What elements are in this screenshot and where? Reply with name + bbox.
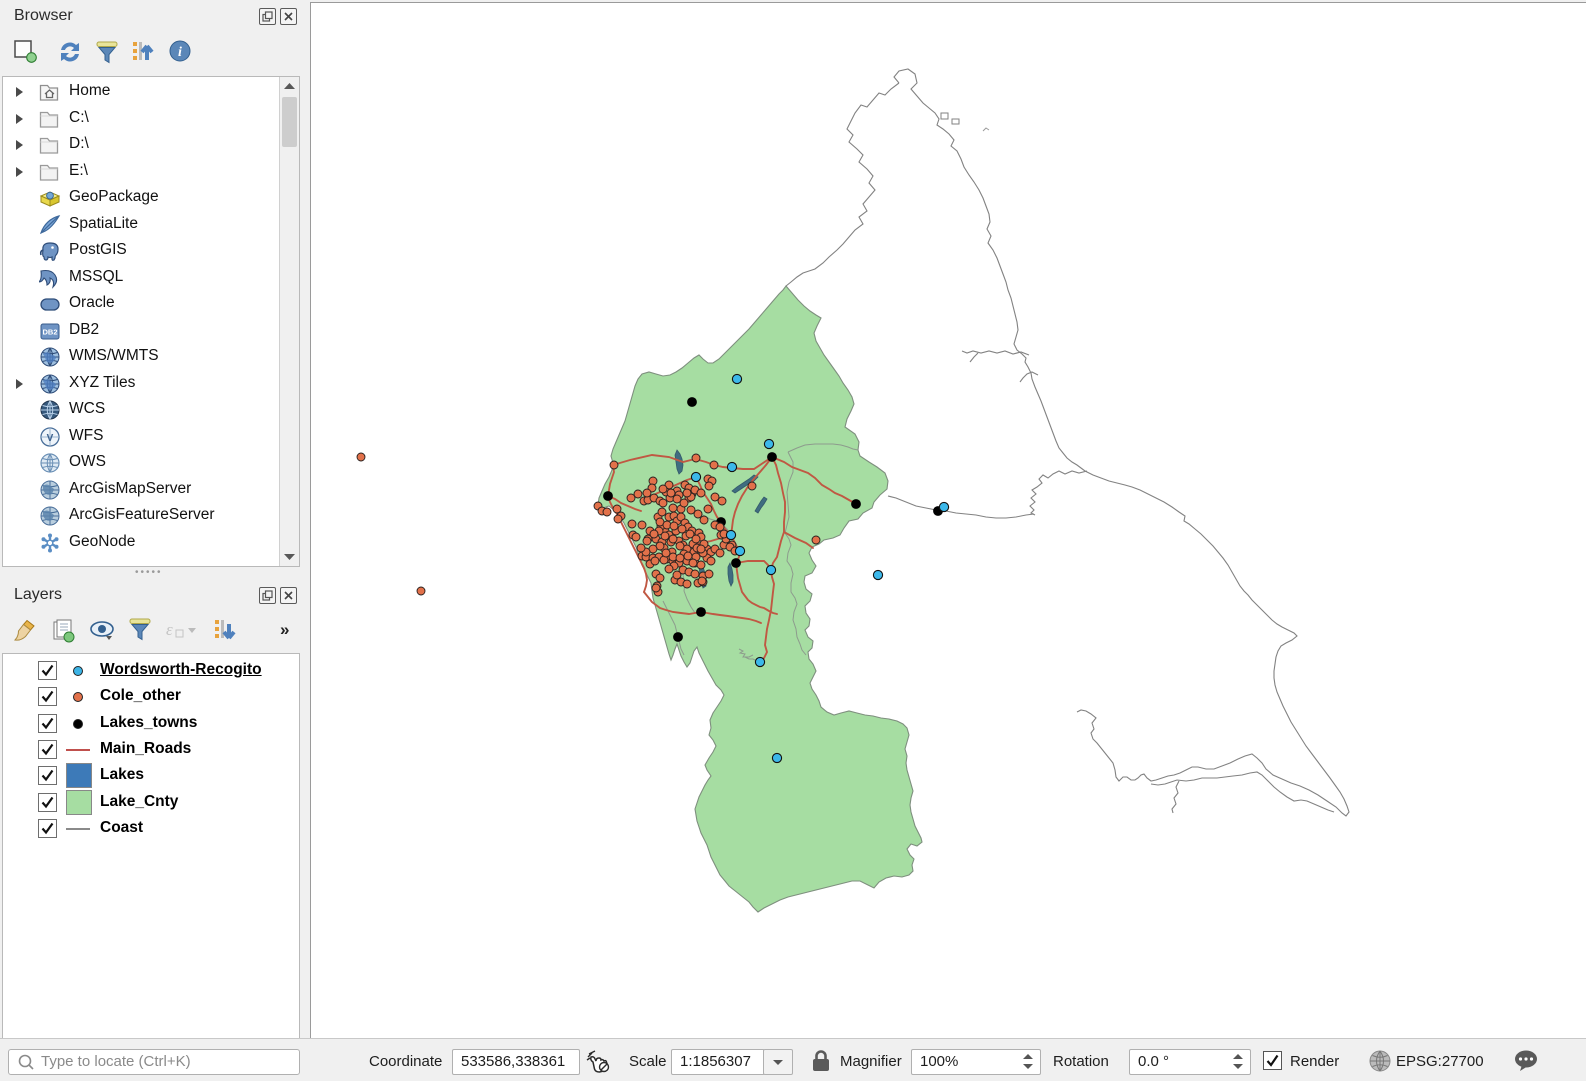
svg-text:V: V	[47, 433, 54, 444]
svg-text:DB2: DB2	[42, 327, 57, 336]
svg-text:»: »	[280, 620, 289, 639]
svg-text:i: i	[178, 45, 182, 60]
svg-text:ε: ε	[166, 620, 173, 639]
